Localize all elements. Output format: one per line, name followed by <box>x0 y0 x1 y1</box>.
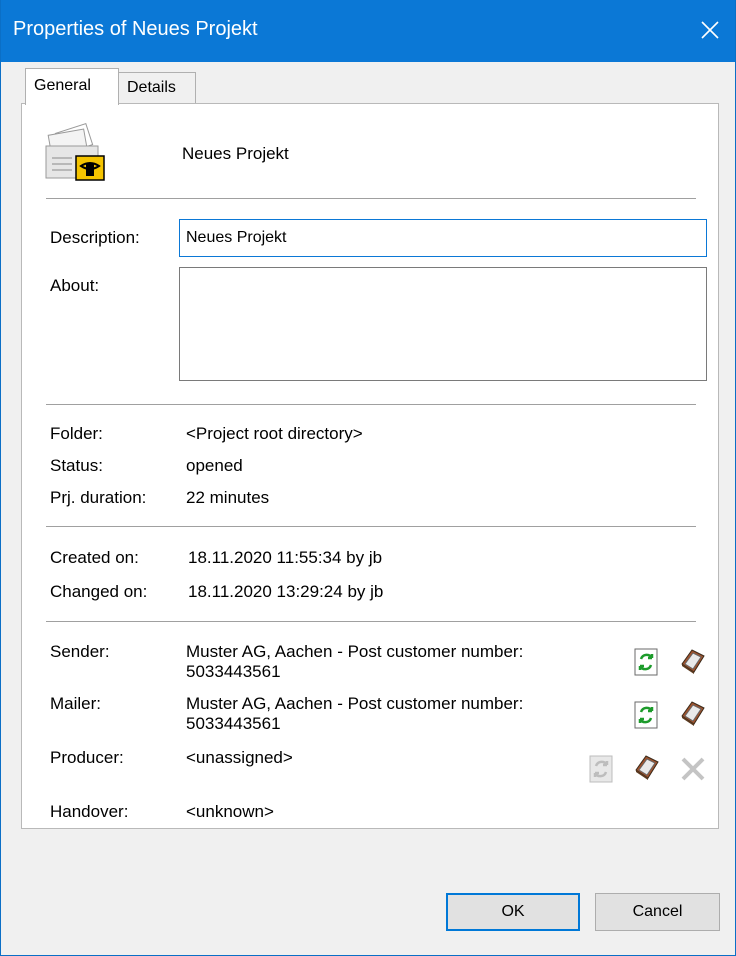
title-bar: Properties of Neues Projekt <box>1 0 735 62</box>
mailer-address-book-icon[interactable] <box>678 698 708 728</box>
folder-label: Folder: <box>50 424 103 443</box>
close-icon <box>701 21 719 39</box>
general-panel: Neues Projekt Description: About: Folder… <box>21 103 719 829</box>
duration-value: 22 minutes <box>186 488 270 507</box>
about-label: About: <box>50 276 100 295</box>
sender-address-book-icon[interactable] <box>678 646 708 676</box>
tab-details-label: Details <box>127 79 176 96</box>
changed-value: 18.11.2020 13:29:24 by jb <box>188 582 384 601</box>
project-name: Neues Projekt <box>182 144 289 163</box>
created-value: 18.11.2020 11:55:34 by jb <box>188 548 383 567</box>
close-button[interactable] <box>685 0 735 62</box>
tab-general[interactable]: General <box>25 68 119 105</box>
divider <box>46 404 696 405</box>
producer-refresh-icon[interactable] <box>587 754 617 784</box>
handover-value: <unknown> <box>186 802 274 821</box>
sender-refresh-icon[interactable] <box>632 647 662 677</box>
mailer-line-1: Muster AG, Aachen - Post customer number… <box>186 694 524 713</box>
status-label: Status: <box>50 456 103 475</box>
producer-label: Producer: <box>50 748 124 767</box>
description-input[interactable] <box>179 219 707 257</box>
duration-label: Prj. duration: <box>50 488 147 507</box>
properties-dialog: Properties of Neues Projekt General Deta… <box>0 0 736 956</box>
divider <box>46 198 696 199</box>
tab-details[interactable]: Details <box>118 72 196 104</box>
divider <box>46 526 696 527</box>
divider <box>46 621 696 622</box>
mailer-refresh-icon[interactable] <box>632 700 662 730</box>
sender-label: Sender: <box>50 642 110 661</box>
sender-line-2: 5033443561 <box>186 662 281 681</box>
handover-label: Handover: <box>50 802 129 821</box>
sender-value: Muster AG, Aachen - Post customer number… <box>186 642 523 682</box>
description-label: Description: <box>50 228 140 247</box>
folder-value: <Project root directory> <box>186 424 363 443</box>
window-title: Properties of Neues Projekt <box>13 18 258 40</box>
status-value: opened <box>186 456 243 475</box>
mailer-line-2: 5033443561 <box>186 714 281 733</box>
project-mail-icon <box>45 122 105 181</box>
about-textarea[interactable] <box>179 267 707 381</box>
sender-line-1: Muster AG, Aachen - Post customer number… <box>186 642 524 661</box>
created-label: Created on: <box>50 548 139 567</box>
producer-address-book-icon[interactable] <box>632 752 662 782</box>
mailer-value: Muster AG, Aachen - Post customer number… <box>186 694 523 734</box>
ok-button[interactable]: OK <box>446 893 580 931</box>
cancel-button[interactable]: Cancel <box>595 893 720 931</box>
changed-label: Changed on: <box>50 582 148 601</box>
tab-general-label: General <box>34 77 91 94</box>
producer-value: <unassigned> <box>186 748 293 767</box>
mailer-label: Mailer: <box>50 694 102 713</box>
producer-clear-icon[interactable] <box>678 754 708 784</box>
